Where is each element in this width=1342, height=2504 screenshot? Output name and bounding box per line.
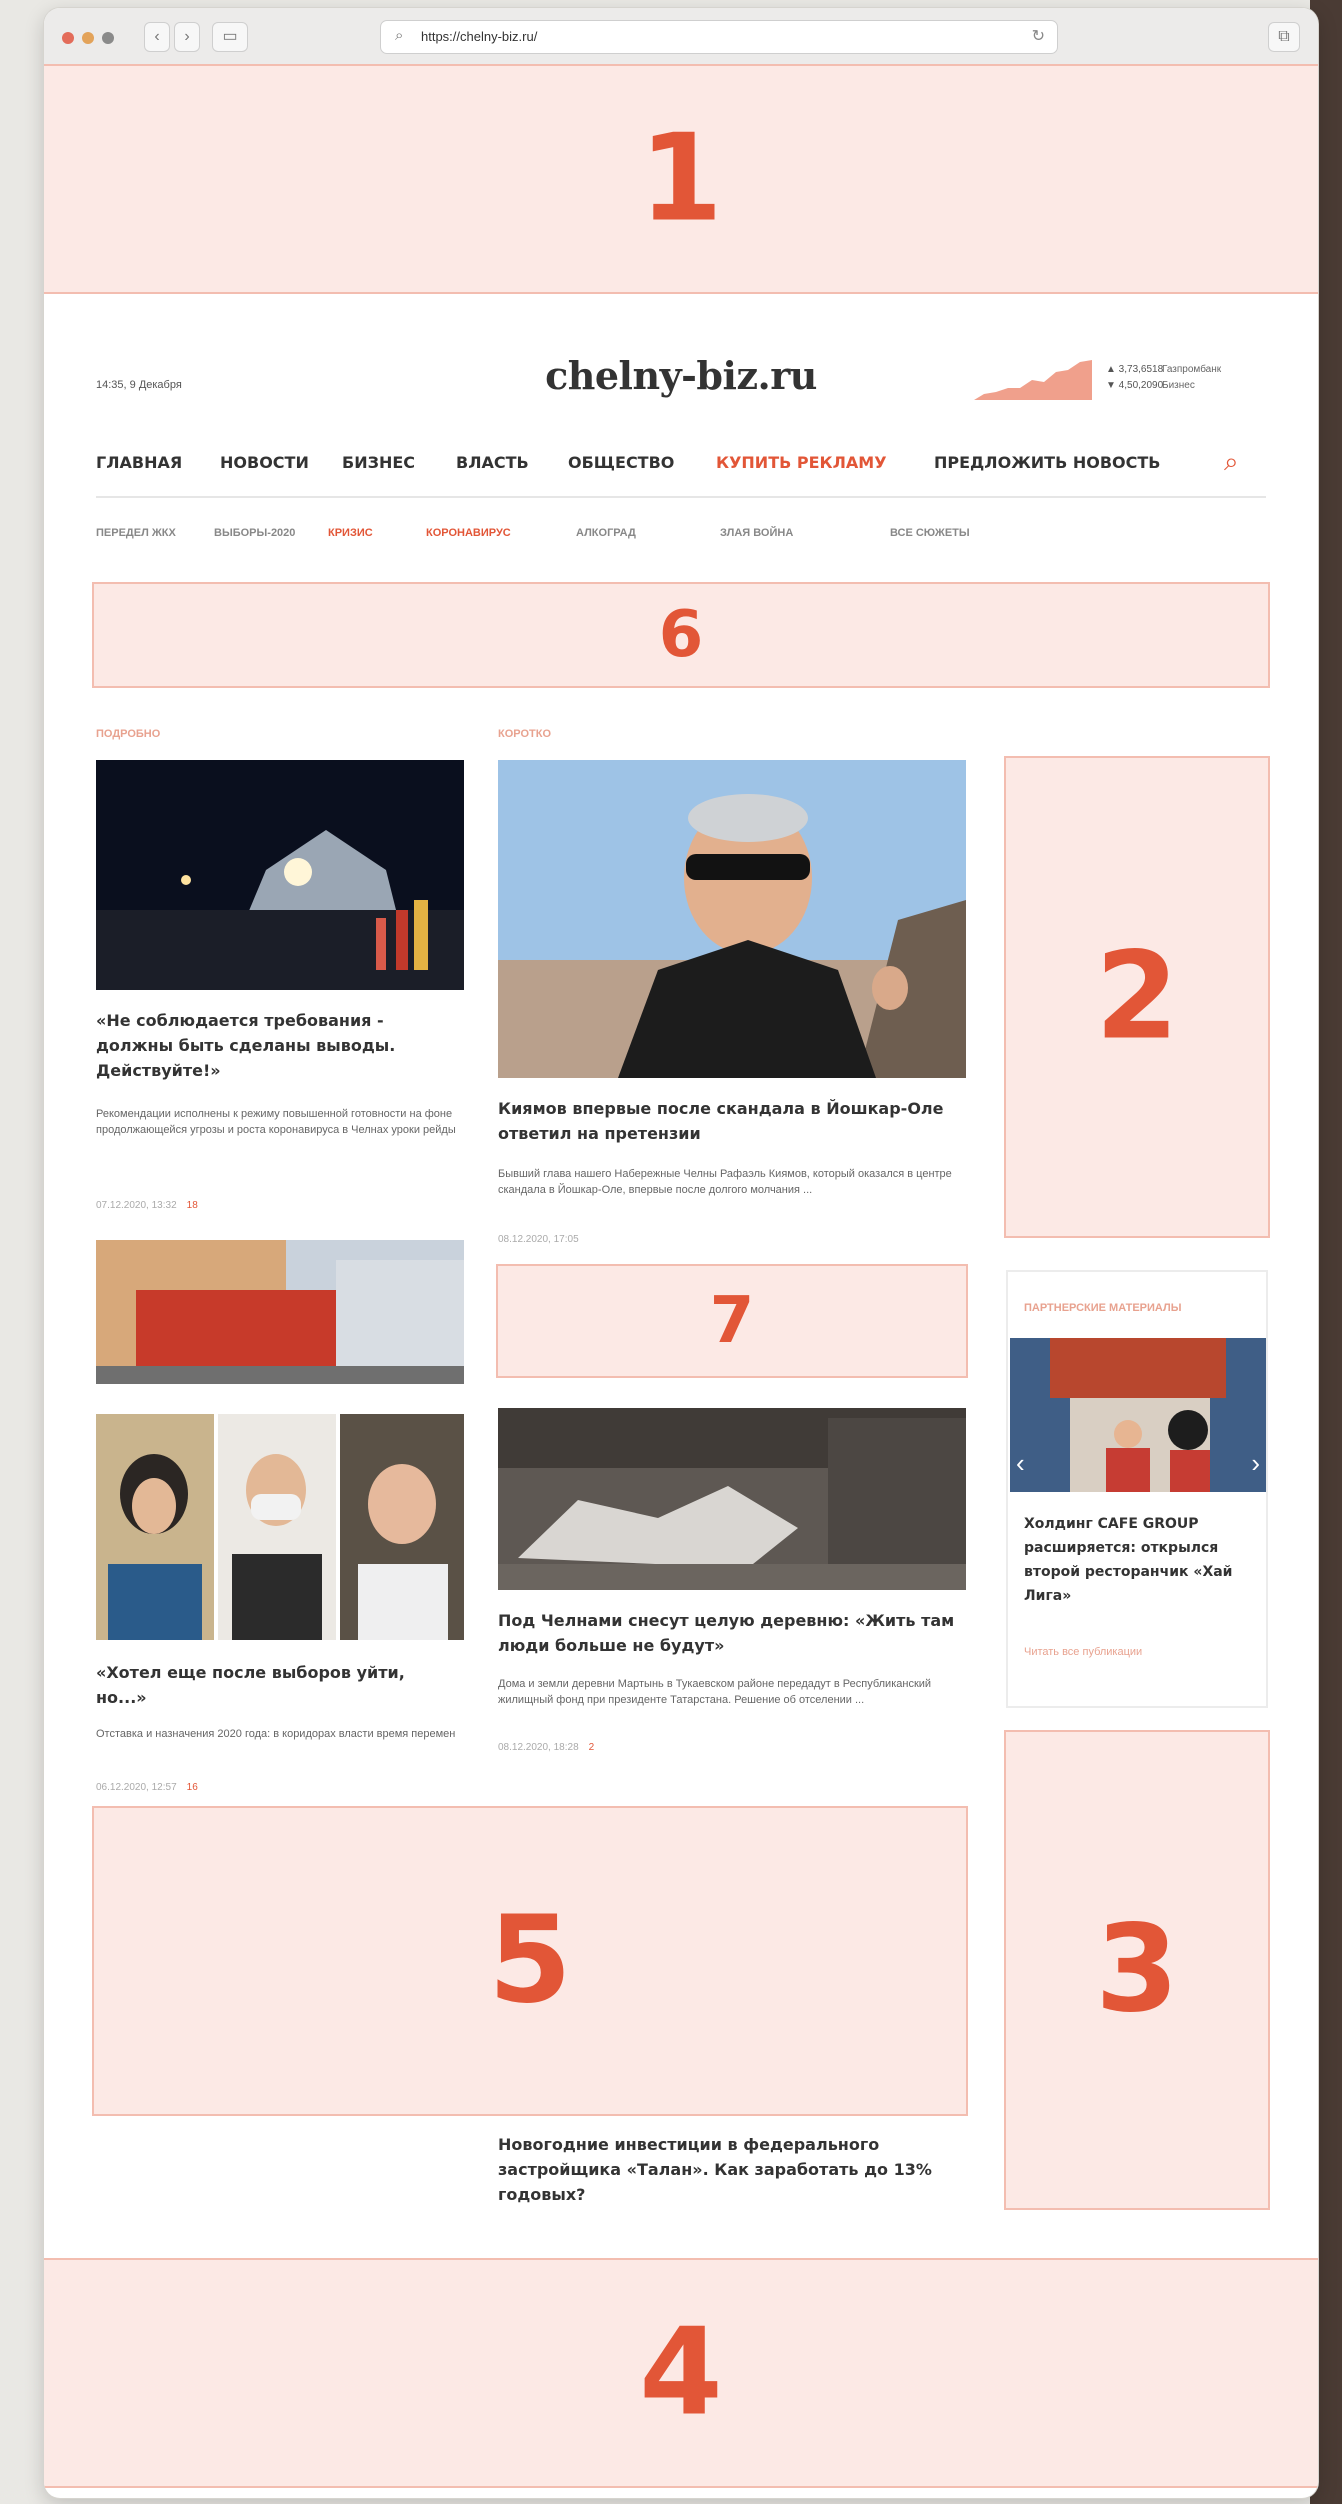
ad-block-6[interactable]: 6 [92, 582, 1270, 688]
nav-item-society[interactable]: ОБЩЕСТВО [568, 453, 674, 472]
article-lead: Бывший глава нашего Набережные Челны Раф… [498, 1168, 952, 1196]
nav-item-news[interactable]: НОВОСТИ [220, 453, 309, 472]
minimize-dot[interactable] [82, 32, 94, 44]
article-meta: 07.12.2020, 13:32 18 [96, 1200, 198, 1211]
subnav-item[interactable]: ВСЕ СЮЖЕТЫ [890, 527, 970, 539]
article-headline[interactable]: «Не соблюдается требования - должны быть… [96, 1008, 456, 1083]
partner-materials: ПАРТНЕРСКИЕ МАТЕРИАЛЫ ‹ › Холдинг CAFE G… [1006, 1270, 1268, 1708]
zoom-dot[interactable] [102, 32, 114, 44]
partner-headline[interactable]: Холдинг CAFE GROUP расширяется: открылся… [1024, 1512, 1254, 1608]
article-lead: Отставка и назначения 2020 года: в корид… [96, 1728, 456, 1740]
article-headline[interactable]: «Хотел еще после выборов уйти, но...» [96, 1660, 456, 1710]
article-date: 08.12.2020, 18:28 [498, 1742, 579, 1753]
browser-titlebar: ‹ › ▭ ⌕ https://chelny-biz.ru/ ↻ ⧉ [44, 8, 1318, 65]
rate-label: Газпромбанк [1162, 364, 1222, 375]
block-number: 4 [639, 2303, 723, 2443]
forward-icon[interactable]: › [174, 22, 200, 52]
url-text[interactable]: https://chelny-biz.ru/ [421, 29, 537, 44]
article-lead: Дома и земли деревни Мартынь в Тукаевско… [498, 1678, 932, 1706]
tabs-icon[interactable]: ⧉ [1268, 22, 1300, 52]
close-dot[interactable] [62, 32, 74, 44]
article-photo-man[interactable] [498, 760, 966, 1078]
block-number: 6 [658, 598, 704, 672]
article-meta: 08.12.2020, 18:28 2 [498, 1742, 594, 1753]
article-headline[interactable]: Новогодние инвестиции в федерального зас… [498, 2132, 938, 2207]
chevron-left-icon[interactable]: ‹ [1016, 1448, 1025, 1479]
partner-photo[interactable]: ‹ › [1010, 1338, 1266, 1492]
rates-values: ▲ 3,73,6518 ▼ 4,50,2090 [1106, 362, 1163, 394]
main-nav: ГЛАВНАЯ НОВОСТИ БИЗНЕС ВЛАСТЬ ОБЩЕСТВО К… [96, 453, 1266, 485]
article-photo-night[interactable] [96, 760, 464, 990]
ad-block-5[interactable]: 5 [92, 1806, 968, 2116]
chevron-right-icon[interactable]: › [1251, 1448, 1260, 1479]
ad-block-7[interactable]: 7 [496, 1264, 968, 1378]
rates-labels: Газпромбанк Бизнес [1162, 362, 1221, 394]
market-chart-icon [974, 360, 1092, 400]
nav-item-suggest-news[interactable]: ПРЕДЛОЖИТЬ НОВОСТЬ [934, 453, 1160, 472]
rate-value: ▼ 4,50,2090 [1106, 380, 1164, 391]
subnav-item[interactable]: ВЫБОРЫ-2020 [214, 527, 295, 539]
block-number: 2 [1095, 927, 1179, 1067]
section-label-left: ПОДРОБНО [96, 728, 161, 740]
article-headline[interactable]: Киямов впервые после скандала в Йошкар-О… [498, 1096, 958, 1146]
rate-label: Бизнес [1162, 380, 1195, 391]
nav-item-buy-ad[interactable]: КУПИТЬ РЕКЛАМУ [716, 453, 887, 472]
ad-block-1[interactable]: 1 [44, 64, 1318, 294]
subnav-item[interactable]: ЗЛАЯ ВОЙНА [720, 527, 793, 539]
search-icon[interactable]: ⌕ [1224, 446, 1239, 478]
article-photo-portraits[interactable] [96, 1414, 464, 1640]
subnav-item[interactable]: КОРОНАВИРУС [426, 527, 511, 539]
block-number: 7 [709, 1284, 755, 1358]
nav-divider [96, 496, 1266, 498]
article-photo-building[interactable] [96, 1240, 464, 1384]
nav-item-power[interactable]: ВЛАСТЬ [456, 453, 529, 472]
comment-count[interactable]: 18 [187, 1200, 198, 1211]
comment-count[interactable]: 16 [187, 1782, 198, 1793]
article-meta: 06.12.2020, 12:57 16 [96, 1782, 198, 1793]
back-icon[interactable]: ‹ [144, 22, 170, 52]
article-photo-village[interactable] [498, 1408, 966, 1590]
sidebar-icon[interactable]: ▭ [212, 22, 248, 52]
browser-window: ‹ › ▭ ⌕ https://chelny-biz.ru/ ↻ ⧉ 1 14:… [44, 8, 1318, 2498]
subnav-item[interactable]: ПЕРЕДЕЛ ЖКХ [96, 527, 176, 539]
ad-block-3[interactable]: 3 [1004, 1730, 1270, 2210]
address-bar[interactable]: ⌕ https://chelny-biz.ru/ ↻ [380, 20, 1058, 54]
reload-icon[interactable]: ↻ [1032, 26, 1045, 46]
article-date: 07.12.2020, 13:32 [96, 1200, 177, 1211]
block-number: 3 [1095, 1900, 1179, 2040]
section-label-mid: КОРОТКО [498, 728, 552, 740]
search-icon: ⌕ [395, 27, 404, 44]
partner-label: ПАРТНЕРСКИЕ МАТЕРИАЛЫ [1024, 1302, 1182, 1314]
ad-block-4[interactable]: 4 [44, 2258, 1318, 2488]
nav-item-business[interactable]: БИЗНЕС [342, 453, 415, 472]
article-date: 08.12.2020, 17:05 [498, 1234, 579, 1245]
nav-item-home[interactable]: ГЛАВНАЯ [96, 453, 182, 472]
subnav-item[interactable]: АЛКОГРАД [576, 527, 636, 539]
comment-count[interactable]: 2 [589, 1742, 595, 1753]
ad-block-2[interactable]: 2 [1004, 756, 1270, 1238]
article-date: 06.12.2020, 12:57 [96, 1782, 177, 1793]
rate-value: ▲ 3,73,6518 [1106, 364, 1164, 375]
article-lead: Рекомендации исполнены к режиму повышенн… [96, 1108, 456, 1136]
partner-all-link[interactable]: Читать все публикации [1024, 1646, 1142, 1658]
block-number: 1 [639, 109, 723, 249]
subnav-item[interactable]: КРИЗИС [328, 527, 373, 539]
article-meta: 08.12.2020, 17:05 [498, 1234, 589, 1245]
block-number: 5 [488, 1891, 572, 2031]
article-headline[interactable]: Под Челнами снесут целую деревню: «Жить … [498, 1608, 958, 1658]
